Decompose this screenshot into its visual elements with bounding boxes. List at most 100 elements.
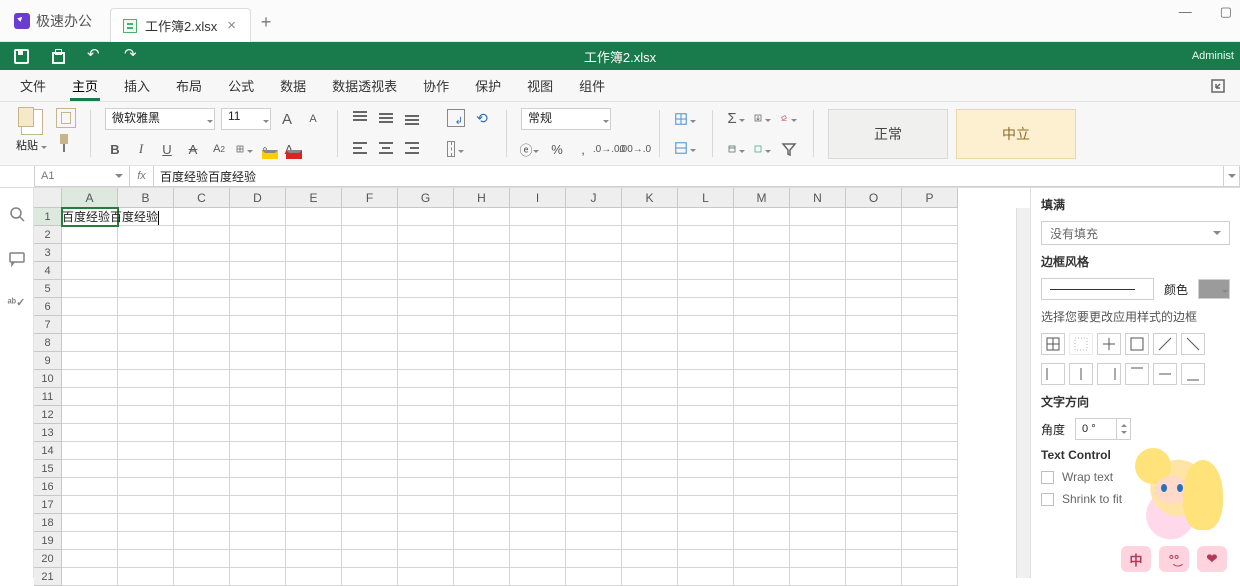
- cell-K10[interactable]: [622, 370, 678, 388]
- number-format-select[interactable]: 常规: [521, 108, 611, 130]
- cell-M11[interactable]: [734, 388, 790, 406]
- cell-G13[interactable]: [398, 424, 454, 442]
- cell-B14[interactable]: [118, 442, 174, 460]
- cell-L4[interactable]: [678, 262, 734, 280]
- cell-E7[interactable]: [286, 316, 342, 334]
- borders-button[interactable]: [235, 139, 255, 159]
- cell-L13[interactable]: [678, 424, 734, 442]
- col-header-P[interactable]: P: [902, 188, 958, 208]
- col-header-K[interactable]: K: [622, 188, 678, 208]
- menu-tab-布局[interactable]: 布局: [164, 70, 214, 101]
- cell-A10[interactable]: [62, 370, 118, 388]
- border-diag-down-icon[interactable]: [1181, 333, 1205, 355]
- cell-N10[interactable]: [790, 370, 846, 388]
- col-header-A[interactable]: A: [62, 188, 118, 208]
- cell-P7[interactable]: [902, 316, 958, 334]
- cell-E12[interactable]: [286, 406, 342, 424]
- sort-filter-icon[interactable]: [779, 139, 799, 159]
- cell-P3[interactable]: [902, 244, 958, 262]
- menu-tab-数据透视表[interactable]: 数据透视表: [320, 70, 409, 101]
- row-header-13[interactable]: 13: [34, 424, 62, 442]
- row-header-17[interactable]: 17: [34, 496, 62, 514]
- cell-C6[interactable]: [174, 298, 230, 316]
- row-header-2[interactable]: 2: [34, 226, 62, 244]
- cell-C15[interactable]: [174, 460, 230, 478]
- cell-D21[interactable]: [230, 568, 286, 586]
- col-header-L[interactable]: L: [678, 188, 734, 208]
- cell-G10[interactable]: [398, 370, 454, 388]
- cell-F7[interactable]: [342, 316, 398, 334]
- col-header-C[interactable]: C: [174, 188, 230, 208]
- cell-E3[interactable]: [286, 244, 342, 262]
- cell-M8[interactable]: [734, 334, 790, 352]
- cell-M14[interactable]: [734, 442, 790, 460]
- cell-K19[interactable]: [622, 532, 678, 550]
- cell-C18[interactable]: [174, 514, 230, 532]
- cell-L15[interactable]: [678, 460, 734, 478]
- cell-D1[interactable]: [230, 208, 286, 226]
- cell-D18[interactable]: [230, 514, 286, 532]
- cell-D10[interactable]: [230, 370, 286, 388]
- cell-D2[interactable]: [230, 226, 286, 244]
- cell-F9[interactable]: [342, 352, 398, 370]
- cell-L19[interactable]: [678, 532, 734, 550]
- cell-H12[interactable]: [454, 406, 510, 424]
- cell-E17[interactable]: [286, 496, 342, 514]
- cell-M2[interactable]: [734, 226, 790, 244]
- cell-M9[interactable]: [734, 352, 790, 370]
- cell-F21[interactable]: [342, 568, 398, 586]
- cell-B21[interactable]: [118, 568, 174, 586]
- cell-J13[interactable]: [566, 424, 622, 442]
- cell-E2[interactable]: [286, 226, 342, 244]
- cell-H17[interactable]: [454, 496, 510, 514]
- conditional-format-icon[interactable]: [753, 139, 773, 159]
- cell-C13[interactable]: [174, 424, 230, 442]
- cell-J9[interactable]: [566, 352, 622, 370]
- cell-L21[interactable]: [678, 568, 734, 586]
- cell-K20[interactable]: [622, 550, 678, 568]
- style-normal[interactable]: 正常: [828, 109, 948, 159]
- cell-D20[interactable]: [230, 550, 286, 568]
- redo-icon[interactable]: [125, 49, 140, 64]
- comment-icon[interactable]: [9, 251, 25, 270]
- cell-N12[interactable]: [790, 406, 846, 424]
- cell-K1[interactable]: [622, 208, 678, 226]
- cell-E13[interactable]: [286, 424, 342, 442]
- cell-H21[interactable]: [454, 568, 510, 586]
- cell-D16[interactable]: [230, 478, 286, 496]
- cell-F10[interactable]: [342, 370, 398, 388]
- cell-D17[interactable]: [230, 496, 286, 514]
- border-all-icon[interactable]: [1041, 333, 1065, 355]
- cell-A8[interactable]: [62, 334, 118, 352]
- cell-J20[interactable]: [566, 550, 622, 568]
- cell-I19[interactable]: [510, 532, 566, 550]
- cell-F5[interactable]: [342, 280, 398, 298]
- cell-A7[interactable]: [62, 316, 118, 334]
- cell-G14[interactable]: [398, 442, 454, 460]
- cell-G20[interactable]: [398, 550, 454, 568]
- cell-L20[interactable]: [678, 550, 734, 568]
- cell-F8[interactable]: [342, 334, 398, 352]
- cell-I13[interactable]: [510, 424, 566, 442]
- cell-G16[interactable]: [398, 478, 454, 496]
- cell-O9[interactable]: [846, 352, 902, 370]
- format-as-table-icon[interactable]: [727, 139, 747, 159]
- cell-I6[interactable]: [510, 298, 566, 316]
- cell-C3[interactable]: [174, 244, 230, 262]
- cell-I18[interactable]: [510, 514, 566, 532]
- cell-F11[interactable]: [342, 388, 398, 406]
- cell-L12[interactable]: [678, 406, 734, 424]
- cell-L7[interactable]: [678, 316, 734, 334]
- row-header-5[interactable]: 5: [34, 280, 62, 298]
- cell-L6[interactable]: [678, 298, 734, 316]
- cell-I15[interactable]: [510, 460, 566, 478]
- cell-J21[interactable]: [566, 568, 622, 586]
- cell-L5[interactable]: [678, 280, 734, 298]
- border-bottom-icon[interactable]: [1181, 363, 1205, 385]
- cell-M7[interactable]: [734, 316, 790, 334]
- cell-H20[interactable]: [454, 550, 510, 568]
- cell-G8[interactable]: [398, 334, 454, 352]
- row-header-15[interactable]: 15: [34, 460, 62, 478]
- cell-H9[interactable]: [454, 352, 510, 370]
- row-header-7[interactable]: 7: [34, 316, 62, 334]
